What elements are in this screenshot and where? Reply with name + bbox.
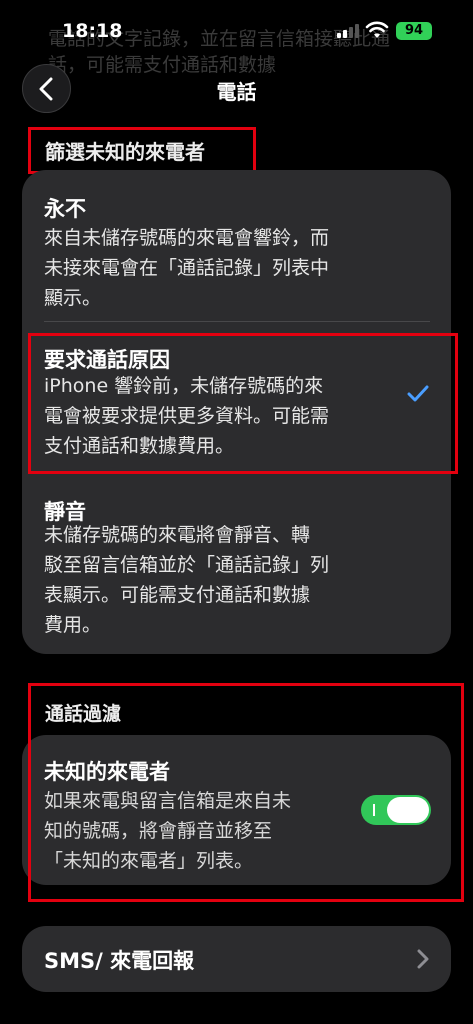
battery-icon: 94 — [396, 22, 432, 40]
page-title: 電話 — [216, 80, 257, 104]
divider — [44, 321, 430, 322]
signal-icon — [337, 24, 359, 38]
option-description: 未儲存號碼的來電將會靜音、轉 駁至留言信箱並於「通話記錄」列 表顯示。可能需支付… — [44, 524, 330, 636]
option-description: 來自未儲存號碼的來電會響鈴，而 未接來電會在「通話記錄」列表中 顯示。 — [44, 227, 330, 309]
highlight-box — [28, 127, 256, 174]
option-title: 永不 — [44, 197, 86, 221]
status-bar: 電話的文字記錄，並在留言信箱接聽此通話，可能需支付通話和數據 18:18 94 — [0, 0, 473, 76]
sms-call-report-row[interactable]: SMS/ 來電回報 — [22, 926, 451, 992]
nav-bar: 電話 — [0, 64, 473, 116]
chevron-right-icon — [417, 949, 429, 969]
status-time: 18:18 — [62, 20, 123, 42]
highlight-box — [28, 683, 464, 902]
sms-call-report-label: SMS/ 來電回報 — [44, 949, 195, 973]
wifi-icon — [365, 21, 389, 38]
highlight-box — [28, 333, 458, 474]
